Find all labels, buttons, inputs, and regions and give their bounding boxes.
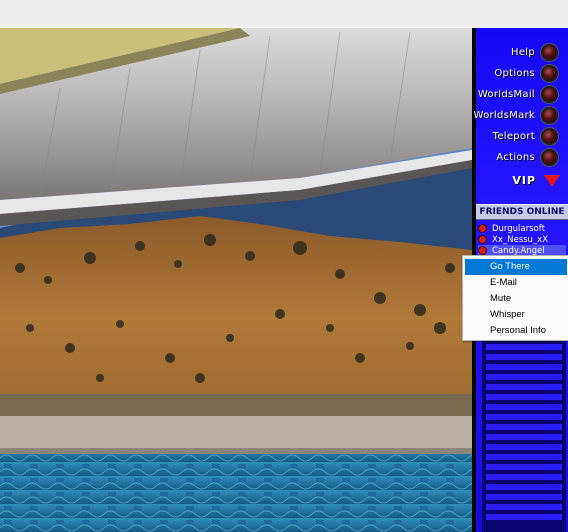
inventory-slot-area: [482, 338, 566, 532]
slot: [486, 444, 562, 450]
led-button-icon: [541, 64, 558, 82]
slot: [486, 404, 562, 410]
worldsmail-button[interactable]: WorldsMail: [478, 85, 558, 103]
worldsmark-label: WorldsMark: [473, 109, 535, 121]
slot: [486, 514, 562, 520]
slot: [486, 374, 562, 380]
worldsmark-button[interactable]: WorldsMark: [473, 106, 558, 124]
friend-item-xx-nessu-xx[interactable]: Xx_Nessu_xX: [478, 234, 566, 245]
slot: [486, 434, 562, 440]
slot: [486, 344, 562, 350]
teleport-label: Teleport: [492, 130, 535, 142]
worldsmail-label: WorldsMail: [477, 88, 535, 100]
led-button-icon: [541, 106, 558, 124]
online-status-icon: [478, 246, 487, 255]
actions-label: Actions: [496, 151, 535, 163]
actions-button[interactable]: Actions: [496, 148, 558, 166]
teleport-button[interactable]: Teleport: [493, 127, 558, 145]
slot: [486, 424, 562, 430]
help-label: Help: [511, 46, 535, 58]
friend-name: Xx_Nessu_xX: [492, 234, 549, 245]
friend-item-durgularsoft[interactable]: Durgularsoft: [478, 223, 566, 234]
3d-world-viewport[interactable]: [0, 28, 472, 532]
red-triangle-icon: [544, 174, 560, 187]
help-button[interactable]: Help: [511, 43, 558, 61]
options-label: Options: [494, 67, 535, 79]
slot: [486, 484, 562, 490]
online-status-icon: [478, 224, 487, 233]
friend-context-menu: Go There E-Mail Mute Whisper Personal In…: [462, 255, 568, 341]
online-status-icon: [478, 235, 487, 244]
friend-name: Durgularsoft: [492, 223, 545, 234]
slot: [486, 494, 562, 500]
led-button-icon: [541, 85, 558, 103]
slot: [486, 474, 562, 480]
friend-name: Candy.Angel: [492, 245, 545, 256]
slot: [486, 354, 562, 360]
led-button-icon: [541, 43, 558, 61]
go-there-menu-item[interactable]: Go There: [465, 259, 567, 275]
led-button-icon: [541, 127, 558, 145]
world-scene: [0, 28, 472, 532]
options-button[interactable]: Options: [494, 64, 558, 82]
whisper-menu-item[interactable]: Whisper: [465, 307, 567, 323]
slot: [486, 414, 562, 420]
personal-info-menu-item[interactable]: Personal Info: [465, 323, 567, 339]
friends-online-heading: FRIENDS ONLINE: [476, 204, 568, 220]
slot: [486, 394, 562, 400]
slot: [486, 384, 562, 390]
led-button-icon: [541, 148, 558, 166]
vip-label: VIP: [512, 174, 536, 187]
vip-button[interactable]: VIP: [512, 174, 560, 187]
email-menu-item[interactable]: E-Mail: [465, 275, 567, 291]
slot: [486, 454, 562, 460]
slot: [486, 504, 562, 510]
slot: [486, 364, 562, 370]
slot: [486, 464, 562, 470]
mute-menu-item[interactable]: Mute: [465, 291, 567, 307]
window-top-strip: [0, 0, 568, 28]
